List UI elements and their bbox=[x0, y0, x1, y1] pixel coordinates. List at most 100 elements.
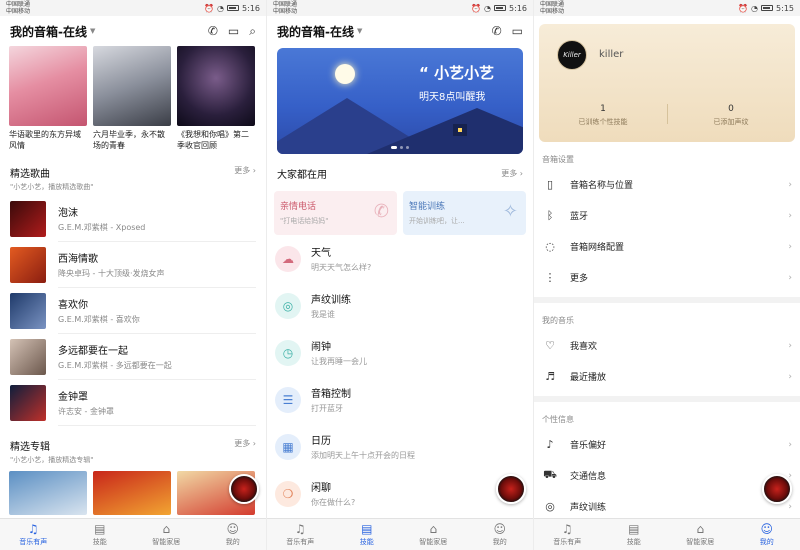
tab-music[interactable]: ♫ 音乐有声 bbox=[0, 519, 67, 550]
music-item-recent[interactable]: ♬ 最近播放 › bbox=[534, 361, 800, 392]
alarm-icon: ⏰ bbox=[204, 3, 215, 13]
book-icon: ▤ bbox=[94, 521, 106, 536]
banner-card[interactable]: 《我想和你唱》第二季收官回顾 bbox=[177, 46, 255, 153]
network-config-icon: ◌ bbox=[545, 240, 555, 253]
song-list: 泡沫 G.E.M.邓紫棋 - Xposed 西海情歌 降央卓玛 - 十大顶级·发烧女… bbox=[0, 196, 266, 426]
avatar[interactable]: Killer bbox=[557, 40, 587, 70]
skill-cards: 亲情电话 "打电话给妈妈" ✆ 智能训练 开始训练吧，让... ✧ bbox=[267, 191, 533, 235]
speaker-selector[interactable]: 我的音箱-在线 ▼ bbox=[10, 23, 95, 40]
screen-me: 中国联通 中国移动 ⏰ ◔ 5:15 Killer killer 1 已训练个性技能 0… bbox=[534, 0, 800, 550]
tab-label: 技能 bbox=[92, 537, 107, 546]
more-link[interactable]: 更多 › bbox=[234, 438, 256, 449]
row-label: 声纹训练 bbox=[570, 503, 607, 513]
info-item-music-preference[interactable]: ♪ 音乐偏好 › bbox=[534, 429, 800, 460]
tab-me[interactable]: ☺ 我的 bbox=[200, 519, 267, 550]
wifi-icon: ◔ bbox=[217, 3, 225, 13]
top-bar: 我的音箱-在线 ▼ ✆ ▭ ⌕ bbox=[0, 16, 266, 46]
list-item[interactable]: 多远都要在一起 G.E.M.邓紫棋 - 多远都要在一起 bbox=[10, 334, 256, 380]
list-item[interactable]: 西海情歌 降央卓玛 - 十大顶级·发烧女声 bbox=[10, 242, 256, 288]
info-item-traffic[interactable]: ⛟ 交通信息 › bbox=[534, 460, 800, 491]
settings-item-network[interactable]: ◌ 音箱网络配置 › bbox=[534, 231, 800, 262]
skill-item-voiceprint[interactable]: ◎ 声纹训练 我是谁 bbox=[267, 282, 533, 329]
chat-bubble-icon: ❍ bbox=[275, 480, 301, 507]
tab-skills[interactable]: ▤ 技能 bbox=[334, 519, 401, 550]
message-icon[interactable]: ▭ bbox=[512, 24, 523, 38]
tab-label: 智能家居 bbox=[686, 537, 715, 546]
song-artist: G.E.M.邓紫棋 - 多远都要在一起 bbox=[58, 361, 172, 370]
row-label: 音箱网络配置 bbox=[570, 243, 625, 253]
banner-card[interactable]: 六月毕业季，永不散场的青春 bbox=[93, 46, 171, 153]
skill-item-alarm[interactable]: ◷ 闹钟 让我再睡一会儿 bbox=[267, 329, 533, 376]
settings-item-name-location[interactable]: ▯ 音箱名称与位置 › bbox=[534, 169, 800, 200]
stat-voiceprints[interactable]: 0 已添加声纹 bbox=[667, 104, 795, 127]
tab-label: 智能家居 bbox=[152, 537, 181, 546]
row-label: 交通信息 bbox=[570, 472, 607, 482]
now-playing-ball[interactable] bbox=[229, 474, 259, 504]
tab-music[interactable]: ♫ 音乐有声 bbox=[534, 519, 601, 550]
skill-item-speaker-control[interactable]: ☰ 音箱控制 打开蓝牙 bbox=[267, 376, 533, 423]
clock: 5:16 bbox=[509, 3, 527, 13]
list-item[interactable]: 泡沫 G.E.M.邓紫棋 - Xposed bbox=[10, 196, 256, 242]
smart-home-icon: ⌂ bbox=[429, 521, 438, 536]
tab-music[interactable]: ♫ 音乐有声 bbox=[267, 519, 334, 550]
tab-skills[interactable]: ▤ 技能 bbox=[67, 519, 134, 550]
hero-banner[interactable]: “ 小艺小艺 明天8点叫醒我 bbox=[277, 48, 523, 154]
group-title: 音箱设置 bbox=[542, 155, 574, 164]
tab-label: 我的 bbox=[759, 537, 774, 546]
group-title: 我的音乐 bbox=[542, 316, 574, 325]
tab-label: 技能 bbox=[359, 537, 374, 546]
phone-icon[interactable]: ✆ bbox=[208, 24, 218, 39]
more-label: 更多 bbox=[501, 169, 518, 178]
tab-label: 技能 bbox=[626, 537, 641, 546]
settings-item-more[interactable]: ⋮ 更多 › bbox=[534, 262, 800, 293]
album-cover bbox=[10, 385, 46, 421]
family-call-card[interactable]: 亲情电话 "打电话给妈妈" ✆ bbox=[274, 191, 397, 235]
group-title: 个性信息 bbox=[542, 415, 574, 424]
message-icon[interactable]: ▭ bbox=[228, 24, 239, 39]
row-label: 音箱名称与位置 bbox=[570, 181, 634, 191]
more-label: 更多 bbox=[234, 166, 251, 175]
album-card[interactable] bbox=[93, 471, 171, 515]
top-bar: 我的音箱-在线 ▼ ✆ ▭ bbox=[267, 16, 533, 46]
chevron-right-icon: › bbox=[788, 241, 792, 252]
popular-section-header: 大家都在用 更多 › bbox=[267, 166, 533, 181]
tab-me[interactable]: ☺ 我的 bbox=[734, 519, 800, 550]
list-item[interactable]: 喜欢你 G.E.M.邓紫棋 - 喜欢你 bbox=[10, 288, 256, 334]
phone-icon[interactable]: ✆ bbox=[492, 24, 502, 38]
banner-list: 华语歌里的东方异域风情 六月毕业季，永不散场的青春 《我想和你唱》第二季收官回顾 bbox=[0, 46, 266, 153]
chevron-right-icon: › bbox=[252, 166, 256, 175]
speaker-selector[interactable]: 我的音箱-在线 ▼ bbox=[277, 23, 362, 40]
now-playing-ball[interactable] bbox=[762, 474, 792, 504]
skill-item-chat[interactable]: ❍ 闲聊 你在做什么? bbox=[267, 470, 533, 517]
skill-item-weather[interactable]: ☁ 天气 明天天气怎么样? bbox=[267, 235, 533, 282]
tab-smart-home[interactable]: ⌂ 智能家居 bbox=[667, 519, 734, 550]
song-artist: 许志安 - 金钟罩 bbox=[58, 407, 114, 416]
stat-trained-skills[interactable]: 1 已训练个性技能 bbox=[539, 104, 667, 127]
music-note-icon: ♪ bbox=[546, 438, 554, 451]
carrier-label: 中国联通 bbox=[6, 1, 31, 8]
skill-name: 日历 bbox=[311, 436, 331, 447]
skill-desc: 添加明天上午十点开会的日程 bbox=[311, 451, 415, 460]
banner-card[interactable]: 华语歌里的东方异域风情 bbox=[9, 46, 87, 153]
smart-training-card[interactable]: 智能训练 开始训练吧，让... ✧ bbox=[403, 191, 526, 235]
list-item[interactable]: 金钟罩许志安 - 金钟罩 bbox=[10, 380, 256, 426]
search-icon[interactable]: ⌕ bbox=[249, 24, 256, 39]
tab-smart-home[interactable]: ⌂ 智能家居 bbox=[133, 519, 200, 550]
bluetooth-icon: ᛒ bbox=[546, 209, 554, 222]
settings-item-bluetooth[interactable]: ᛒ 蓝牙 › bbox=[534, 200, 800, 231]
more-link[interactable]: 更多 › bbox=[501, 168, 523, 179]
album-cover bbox=[10, 201, 46, 237]
album-card[interactable] bbox=[9, 471, 87, 515]
moon-illustration bbox=[335, 64, 355, 84]
song-title: 金钟罩 bbox=[58, 392, 88, 403]
tab-smart-home[interactable]: ⌂ 智能家居 bbox=[400, 519, 467, 550]
more-link[interactable]: 更多 › bbox=[234, 165, 256, 176]
book-icon: ▤ bbox=[361, 521, 373, 536]
now-playing-ball[interactable] bbox=[496, 474, 526, 504]
album-cover bbox=[10, 247, 46, 283]
tab-me[interactable]: ☺ 我的 bbox=[467, 519, 534, 550]
tab-skills[interactable]: ▤ 技能 bbox=[601, 519, 668, 550]
skill-item-calendar[interactable]: ▦ 日历 添加明天上午十点开会的日程 bbox=[267, 423, 533, 470]
banner-caption: 六月毕业季，永不散场的青春 bbox=[93, 130, 165, 150]
music-item-favorites[interactable]: ♡ 我喜欢 › bbox=[534, 330, 800, 361]
